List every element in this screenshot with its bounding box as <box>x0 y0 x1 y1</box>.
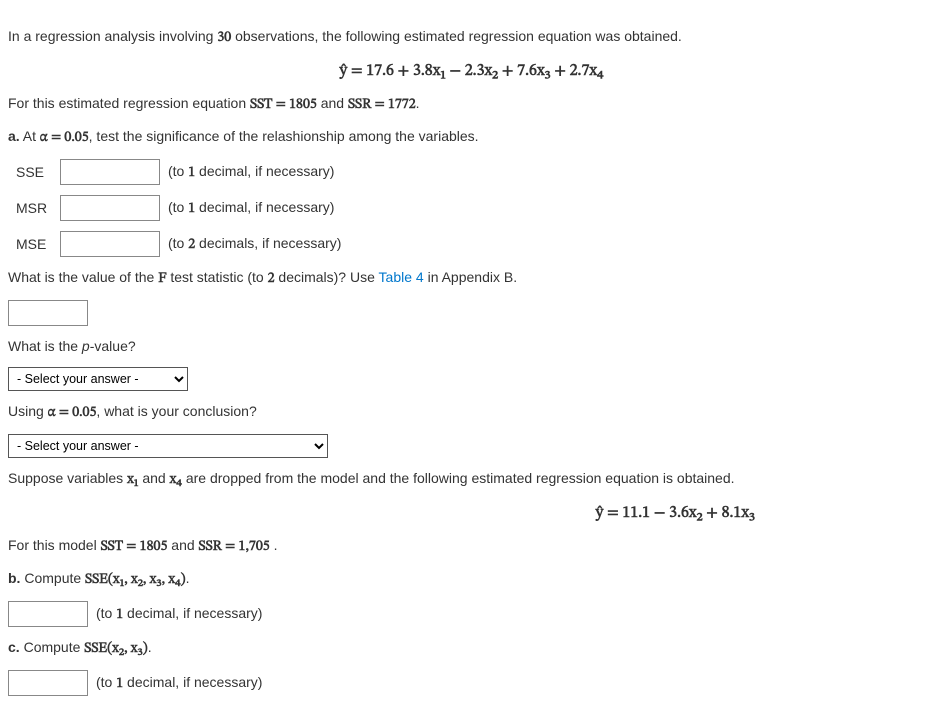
intro-nobs: 30 <box>217 31 231 45</box>
mse-input[interactable] <box>60 231 160 257</box>
f-t3: decimals)? Use <box>275 269 379 285</box>
part-c-label: c. <box>8 639 20 655</box>
msr-row: MSR (to 1 decimal, if necessary) <box>16 195 935 221</box>
rm-x1: x₁ <box>127 473 138 487</box>
equation-2-text: ŷ = 11.1 − 3.6x₂ + 8.1x₃ <box>596 505 755 521</box>
part-b-input[interactable] <box>8 601 88 627</box>
rm-t3: are dropped from the model and the follo… <box>182 470 735 486</box>
sse-row: SSE (to 1 decimal, if necessary) <box>16 159 935 185</box>
lr-ssr: SSR = 1,705 <box>199 540 270 554</box>
equation-1-text: ŷ = 17.6 + 3.8x₁ − 2.3x₂ + 7.6x₃ + 2.7x₄ <box>339 63 603 79</box>
part-a-prompt: a. At α = 0.05, test the significance of… <box>8 126 935 149</box>
lr-t3: . <box>270 537 278 553</box>
sse-label: SSE <box>16 162 52 183</box>
lr-sst: SST = 1805 <box>101 540 168 554</box>
pb-expr: SSE(x₁, x₂, x₃, x₄) <box>85 573 186 587</box>
pc-t2: . <box>148 639 152 655</box>
pvalue-q-text: What is the p-value? <box>8 338 136 354</box>
rm-t2: and <box>138 470 169 486</box>
sse-hint: (to 1 decimal, if necessary) <box>168 161 334 184</box>
concl-alpha: α = 0.05 <box>48 406 97 420</box>
part-b-label: b. <box>8 570 20 586</box>
sse-input[interactable] <box>60 159 160 185</box>
pc-t1: Compute <box>20 639 85 655</box>
conclusion-question: Using α = 0.05, what is your conclusion? <box>8 401 935 424</box>
sst-ssr-line-2: For this model SST = 1805 and SSR = 1,70… <box>8 535 935 558</box>
part-c-hint: (to 1 decimal, if necessary) <box>96 672 262 695</box>
part-b-prompt: b. Compute SSE(x₁, x₂, x₃, x₄). <box>8 568 935 591</box>
mse-label: MSE <box>16 234 52 255</box>
conclusion-select[interactable]: - Select your answer - <box>8 434 328 458</box>
l2-sst: SST = 1805 <box>250 98 317 112</box>
mse-row: MSE (to 2 decimals, if necessary) <box>16 231 935 257</box>
part-b-hint: (to 1 decimal, if necessary) <box>96 603 262 626</box>
table-4-link[interactable]: Table 4 <box>379 269 424 285</box>
pc-expr: SSE(x₂, x₃) <box>84 642 147 656</box>
part-c-prompt: c. Compute SSE(x₂, x₃). <box>8 637 935 660</box>
msr-hint: (to 1 decimal, if necessary) <box>168 197 334 220</box>
pb-t2: . <box>186 570 190 586</box>
pvalue-question: What is the p-value? <box>8 336 935 357</box>
msr-input[interactable] <box>60 195 160 221</box>
rm-t1: Suppose variables <box>8 470 127 486</box>
lr-t2: and <box>167 537 198 553</box>
msr-label: MSR <box>16 198 52 219</box>
mse-hint: (to 2 decimals, if necessary) <box>168 233 341 256</box>
f-stat-question: What is the value of the F test statisti… <box>8 267 935 290</box>
pa-alpha: α = 0.05 <box>40 131 89 145</box>
f-t1: What is the value of the <box>8 269 158 285</box>
f-stat-input[interactable] <box>8 300 88 326</box>
intro-line: In a regression analysis involving 30 ob… <box>8 26 935 49</box>
f-t4: in Appendix B. <box>424 269 517 285</box>
pb-t1: Compute <box>20 570 85 586</box>
equation-1: ŷ = 17.6 + 3.8x₁ − 2.3x₂ + 7.6x₃ + 2.7x₄ <box>8 59 935 83</box>
f-dec: 2 <box>268 272 275 286</box>
part-a-label: a. <box>8 128 20 144</box>
sst-ssr-line-1: For this estimated regression equation S… <box>8 93 935 116</box>
pvalue-select[interactable]: - Select your answer - <box>8 367 188 391</box>
lr-t1: For this model <box>8 537 101 553</box>
pa-t1: At <box>20 128 40 144</box>
l2-t1: For this estimated regression equation <box>8 95 250 111</box>
concl-t2: , what is your conclusion? <box>96 403 256 419</box>
intro-prefix: In a regression analysis involving <box>8 28 217 44</box>
l2-ssr: SSR = 1772 <box>348 98 416 112</box>
concl-t1: Using <box>8 403 48 419</box>
pa-t2: , test the significance of the relashion… <box>89 128 479 144</box>
f-t2: test statistic (to <box>166 269 267 285</box>
l2-t2: and <box>317 95 348 111</box>
l2-t3: . <box>416 95 420 111</box>
intro-suffix: observations, the following estimated re… <box>231 28 682 44</box>
rm-x4: x₄ <box>170 473 182 487</box>
reduced-model-line: Suppose variables x₁ and x₄ are dropped … <box>8 468 935 491</box>
part-c-input[interactable] <box>8 670 88 696</box>
equation-2: ŷ = 11.1 − 3.6x₂ + 8.1x₃ <box>8 501 935 525</box>
